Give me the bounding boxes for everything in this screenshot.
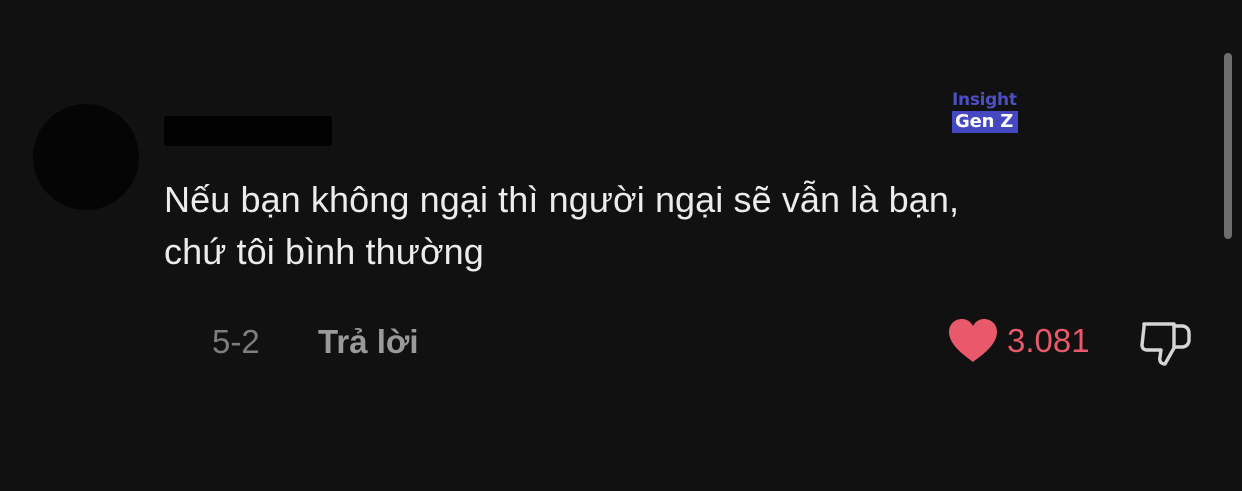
like-button[interactable]: 3.081 (947, 316, 1090, 366)
insight-genz-watermark: Insight Gen Z (952, 90, 1036, 133)
reply-button[interactable]: Trả lời (318, 322, 419, 362)
comment-text-line: chứ tôi bình thường (164, 231, 484, 272)
comment-item: Nếu bạn không ngại thì người ngại sẽ vẫn… (0, 0, 1242, 491)
like-count: 3.081 (1007, 322, 1090, 359)
heart-icon (949, 319, 997, 362)
comment-date: 5-2 (212, 323, 260, 360)
thumbs-down-icon[interactable] (1138, 318, 1192, 368)
avatar[interactable] (33, 104, 139, 210)
username-redacted (164, 116, 332, 146)
scrollbar[interactable] (1224, 53, 1232, 239)
comment-text-line: Nếu bạn không ngại thì người ngại sẽ vẫn… (164, 179, 960, 220)
watermark-line1: Insight (952, 90, 1017, 110)
watermark-line2: Gen Z (952, 111, 1019, 133)
comment-text: Nếu bạn không ngại thì người ngại sẽ vẫn… (164, 174, 1184, 278)
